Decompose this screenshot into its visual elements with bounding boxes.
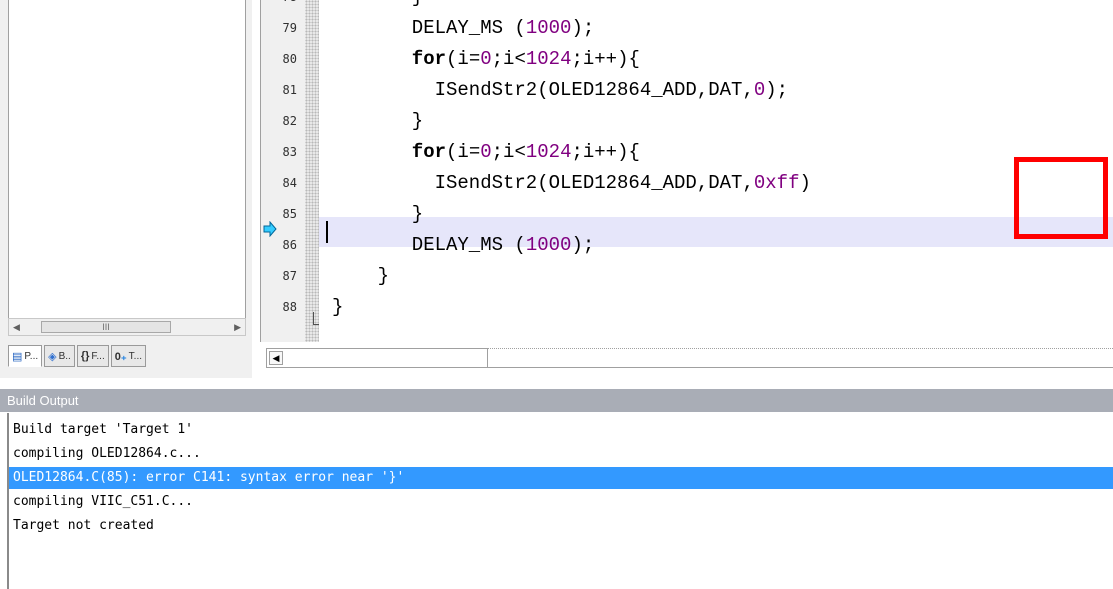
code-line[interactable]: ISendStr2(OLED12864_ADD,DAT,0);	[435, 79, 788, 101]
code-line[interactable]: }	[378, 265, 389, 287]
code-line[interactable]: for(i=0;i<1024;i++){	[412, 141, 640, 163]
build-output-panel[interactable]: Build target 'Target 1' compiling OLED128…	[7, 413, 1113, 589]
code-line[interactable]: }	[412, 110, 423, 132]
code-line[interactable]: }	[412, 0, 423, 8]
build-output-line[interactable]: compiling VIIC_C51.C...	[9, 491, 1113, 513]
error-highlight-box	[1014, 157, 1108, 239]
code-line[interactable]: ISendStr2(OLED12864_ADD,DAT,0xff)	[435, 172, 811, 194]
build-output-line[interactable]: Target not created	[9, 515, 1113, 537]
code-line[interactable]: }	[412, 203, 423, 225]
code-line[interactable]: }	[332, 296, 343, 318]
tab-project[interactable]: ▤ P...	[8, 345, 43, 367]
project-panel-tabs: ▤ P... ◈ B.. {} F... 0₊ T...	[8, 345, 147, 369]
scroll-left-arrow-icon[interactable]: ◀	[13, 322, 20, 333]
tab-project-label: P...	[24, 350, 39, 362]
build-output-line[interactable]: Build target 'Target 1'	[9, 419, 1113, 441]
tab-templates[interactable]: 0₊ T...	[110, 345, 147, 367]
editor-horizontal-scrollbar[interactable]: ◀	[266, 348, 488, 368]
scroll-right-arrow-icon[interactable]: ▶	[234, 322, 241, 333]
build-output-error-line[interactable]: OLED12864.C(85): error C141: syntax erro…	[9, 467, 1113, 489]
project-icon: ▤	[12, 350, 23, 363]
build-output-header: Build Output	[0, 389, 1113, 412]
build-output-title: Build Output	[7, 393, 79, 408]
project-horizontal-scrollbar[interactable]: ◀ III ▶	[8, 318, 246, 336]
scroll-left-arrow-icon[interactable]: ◀	[269, 351, 283, 365]
books-icon: ◈	[48, 350, 57, 363]
build-output-line[interactable]: compiling OLED12864.c...	[9, 443, 1113, 465]
editor-bottom-border	[488, 367, 1113, 368]
scroll-thumb[interactable]: III	[41, 321, 171, 333]
code-line[interactable]: DELAY_MS (1000);	[412, 234, 594, 256]
tab-functions-label: F...	[91, 350, 105, 362]
code-line[interactable]: for(i=0;i<1024;i++){	[412, 48, 640, 70]
tab-functions[interactable]: {} F...	[76, 345, 109, 367]
project-panel: ◀ III ▶ ▤ P... ◈ B.. {} F... 0₊ T...	[0, 0, 252, 378]
templates-icon: 0₊	[114, 350, 127, 363]
tab-books-label: B..	[58, 350, 71, 362]
code-editor[interactable]: 7879808182838485868788 }DELAY_MS (1000);…	[252, 0, 1113, 378]
tab-books[interactable]: ◈ B..	[44, 345, 75, 367]
code-text-area[interactable]: } DELAY_MS (1000); for(i=0;i<1024;i++){ ISe…	[252, 0, 1113, 342]
functions-icon: {}	[80, 350, 90, 362]
tab-templates-label: T...	[128, 350, 143, 362]
code-line[interactable]: DELAY_MS (1000);	[412, 17, 594, 39]
project-tree[interactable]	[8, 0, 246, 318]
